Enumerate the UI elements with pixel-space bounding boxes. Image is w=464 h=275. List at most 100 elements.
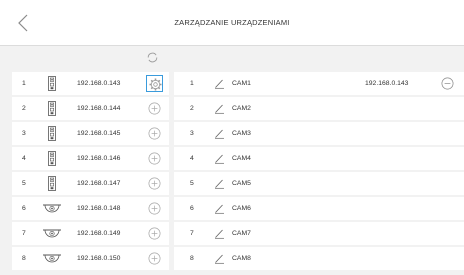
door-station-icon [48, 126, 56, 141]
dome-camera-icon [43, 204, 61, 213]
camera-name: CAM3 [232, 130, 251, 137]
camera-row: 2 CAM2 [174, 97, 464, 120]
edit-camera-name-button[interactable] [214, 178, 225, 189]
dome-camera-icon [43, 229, 61, 238]
camera-row: 8 CAM8 [174, 247, 464, 270]
device-type [42, 176, 62, 191]
plus-circle-icon [148, 227, 161, 240]
camera-name: CAM5 [232, 180, 251, 187]
camera-row: 5 CAM5 [174, 172, 464, 195]
add-device-button[interactable] [146, 200, 163, 217]
minus-circle-icon [441, 77, 454, 90]
camera-list: 1 CAM1 192.168.0.143 2 CAM2 3 CAM3 4 CAM4 5 CAM5 6 C… [174, 72, 464, 272]
device-ip: 192.168.0.147 [77, 180, 121, 187]
device-number: 6 [22, 205, 26, 212]
device-type [42, 226, 62, 241]
edit-camera-name-button[interactable] [214, 128, 225, 139]
add-device-button[interactable] [146, 175, 163, 192]
device-row: 8 192.168.0.150 [12, 247, 169, 270]
refresh-icon [147, 52, 158, 63]
device-row: 7 192.168.0.149 [12, 222, 169, 245]
camera-number: 6 [190, 205, 194, 212]
camera-name: CAM1 [232, 80, 251, 87]
plus-circle-icon [148, 127, 161, 140]
pencil-icon [215, 179, 224, 189]
pencil-icon [215, 79, 224, 89]
device-type [42, 126, 62, 141]
plus-circle-icon [148, 202, 161, 215]
device-number: 5 [22, 180, 26, 187]
edit-camera-name-button[interactable] [214, 228, 225, 239]
pencil-icon [215, 104, 224, 114]
device-row: 1 192.168.0.143 [12, 72, 169, 95]
device-number: 7 [22, 230, 26, 237]
camera-assigned-ip: 192.168.0.143 [365, 80, 409, 87]
door-station-icon [48, 151, 56, 166]
device-ip: 192.168.0.149 [77, 230, 121, 237]
plus-circle-icon [148, 177, 161, 190]
device-row: 3 192.168.0.145 [12, 122, 169, 145]
page-title: ZARZĄDZANIE URZĄDZENIAMI [174, 18, 290, 27]
door-station-icon [48, 76, 56, 91]
header-bar: ZARZĄDZANIE URZĄDZENIAMI [0, 0, 464, 46]
device-number: 8 [22, 255, 26, 262]
edit-camera-name-button[interactable] [214, 203, 225, 214]
device-ip: 192.168.0.143 [77, 80, 121, 87]
edit-camera-name-button[interactable] [214, 253, 225, 264]
camera-name: CAM7 [232, 230, 251, 237]
camera-number: 8 [190, 255, 194, 262]
pencil-icon [215, 129, 224, 139]
back-button[interactable] [14, 13, 34, 33]
camera-number: 1 [190, 80, 194, 87]
plus-circle-icon [148, 102, 161, 115]
add-device-button[interactable] [146, 100, 163, 117]
device-row: 2 192.168.0.144 [12, 97, 169, 120]
camera-number: 2 [190, 105, 194, 112]
device-type [42, 251, 62, 266]
edit-camera-name-button[interactable] [214, 78, 225, 89]
device-type [42, 76, 62, 91]
camera-row: 6 CAM6 [174, 197, 464, 220]
device-ip: 192.168.0.146 [77, 155, 121, 162]
device-row: 4 192.168.0.146 [12, 147, 169, 170]
device-list: 1 192.168.0.143 2 192.168.0.144 3 192.168.0.1… [12, 72, 169, 272]
pencil-icon [215, 154, 224, 164]
plus-circle-icon [148, 152, 161, 165]
camera-number: 3 [190, 130, 194, 137]
pencil-icon [215, 204, 224, 214]
device-number: 1 [22, 80, 26, 87]
camera-number: 4 [190, 155, 194, 162]
device-ip: 192.168.0.150 [77, 255, 121, 262]
device-ip: 192.168.0.145 [77, 130, 121, 137]
device-type [42, 151, 62, 166]
edit-camera-name-button[interactable] [214, 153, 225, 164]
device-ip: 192.168.0.148 [77, 205, 121, 212]
device-number: 3 [22, 130, 26, 137]
device-ip: 192.168.0.144 [77, 105, 121, 112]
device-row: 6 192.168.0.148 [12, 197, 169, 220]
refresh-bar [0, 46, 464, 68]
add-device-button[interactable] [146, 150, 163, 167]
camera-name: CAM8 [232, 255, 251, 262]
camera-row: 7 CAM7 [174, 222, 464, 245]
add-device-button[interactable] [146, 250, 163, 267]
camera-number: 7 [190, 230, 194, 237]
remove-camera-button[interactable] [441, 77, 454, 90]
device-row: 5 192.168.0.147 [12, 172, 169, 195]
device-settings-button[interactable] [146, 75, 163, 92]
door-station-icon [48, 176, 56, 191]
camera-row: 3 CAM3 [174, 122, 464, 145]
camera-name: CAM2 [232, 105, 251, 112]
camera-name: CAM6 [232, 205, 251, 212]
refresh-button[interactable] [146, 51, 159, 64]
chevron-left-icon [18, 14, 28, 32]
pencil-icon [215, 254, 224, 264]
add-device-button[interactable] [146, 125, 163, 142]
edit-camera-name-button[interactable] [214, 103, 225, 114]
pencil-icon [215, 229, 224, 239]
camera-row: 4 CAM4 [174, 147, 464, 170]
device-type [42, 201, 62, 216]
device-number: 4 [22, 155, 26, 162]
add-device-button[interactable] [146, 225, 163, 242]
dome-camera-icon [43, 254, 61, 263]
